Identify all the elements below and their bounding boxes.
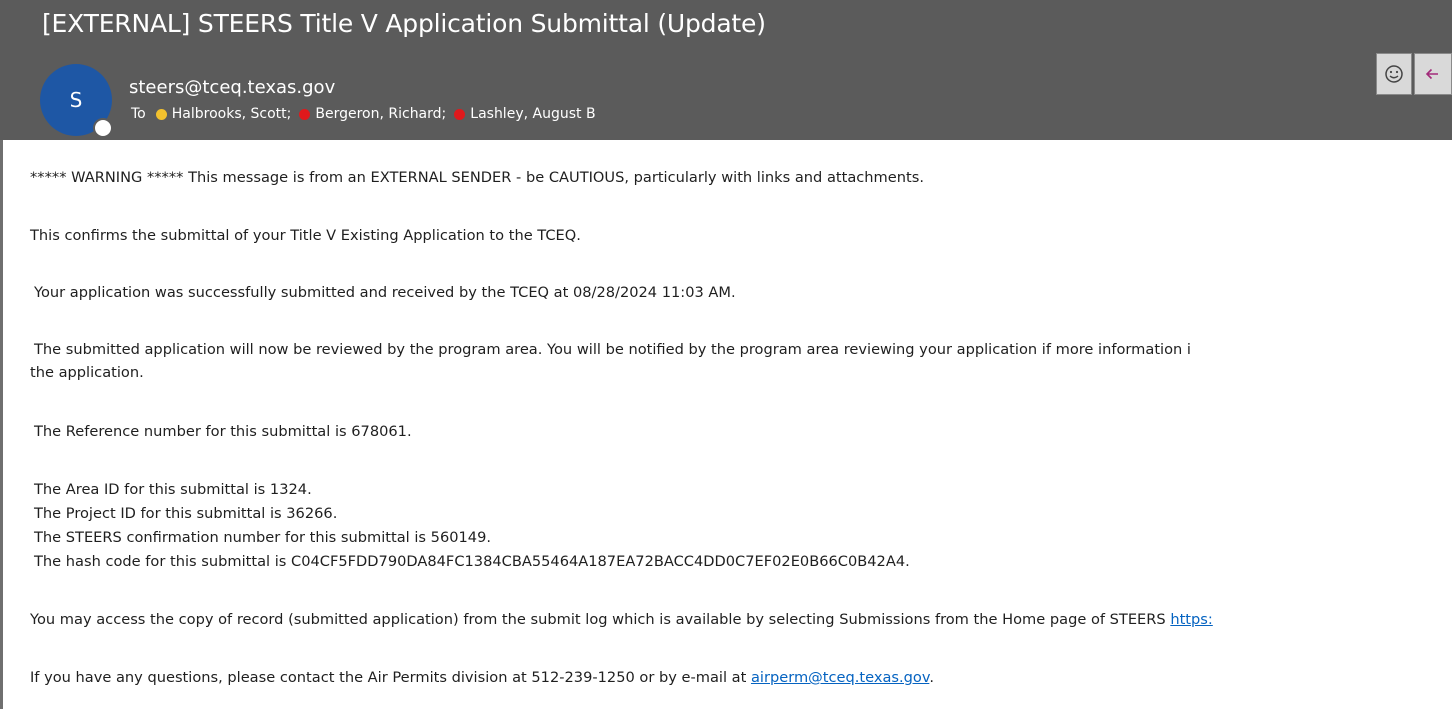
questions-text-content: If you have any questions, please contac… (30, 669, 751, 686)
received-text: Your application was successfully submit… (34, 284, 736, 301)
recipient[interactable]: Bergeron, Richard; (299, 106, 446, 122)
smiley-icon (1385, 65, 1403, 83)
questions-end: . (929, 669, 934, 686)
access-text: You may access the copy of record (submi… (30, 611, 1213, 628)
reply-button[interactable] (1414, 53, 1452, 95)
presence-dot-icon (299, 108, 311, 120)
hash-code: The hash code for this submittal is C04C… (34, 553, 910, 570)
presence-dot-icon (155, 108, 167, 120)
airperm-email-link[interactable]: airperm@tceq.texas.gov (751, 669, 929, 686)
message-body: ***** WARNING ***** This message is from… (0, 140, 1452, 709)
recipient[interactable]: Lashley, August B (454, 106, 596, 122)
reference-number: The Reference number for this submittal … (34, 423, 412, 440)
recipient-name: Bergeron, Richard; (315, 106, 447, 122)
reply-arrow-icon (1425, 68, 1438, 80)
review-text-line1: The submitted application will now be re… (34, 341, 1191, 358)
recipients-line: To Halbrooks, Scott; Bergeron, Richard; … (131, 106, 604, 122)
confirm-text: This confirms the submittal of your Titl… (30, 227, 581, 244)
review-text-line2: the application. (30, 364, 144, 381)
emoji-reaction-button[interactable] (1376, 53, 1412, 95)
recipient-name: Lashley, August B (470, 106, 596, 122)
presence-dot-icon (454, 108, 466, 120)
recipient[interactable]: Halbrooks, Scott; (155, 106, 292, 122)
project-id: The Project ID for this submittal is 362… (34, 505, 338, 522)
message-header: [EXTERNAL] STEERS Title V Application Su… (0, 0, 1452, 140)
presence-status-icon (93, 118, 113, 138)
recipient-name: Halbrooks, Scott; (171, 106, 292, 122)
steers-link[interactable]: https: (1170, 611, 1212, 628)
email-subject: [EXTERNAL] STEERS Title V Application Su… (42, 9, 766, 38)
sender-address[interactable]: steers@tceq.texas.gov (129, 77, 335, 98)
email-reading-pane: [EXTERNAL] STEERS Title V Application Su… (0, 0, 1452, 709)
area-id: The Area ID for this submittal is 1324. (34, 481, 312, 498)
external-warning: ***** WARNING ***** This message is from… (30, 169, 924, 186)
to-label: To (131, 106, 146, 122)
steers-confirmation: The STEERS confirmation number for this … (34, 529, 492, 546)
access-text-content: You may access the copy of record (submi… (30, 611, 1171, 628)
questions-text: If you have any questions, please contac… (30, 669, 934, 686)
